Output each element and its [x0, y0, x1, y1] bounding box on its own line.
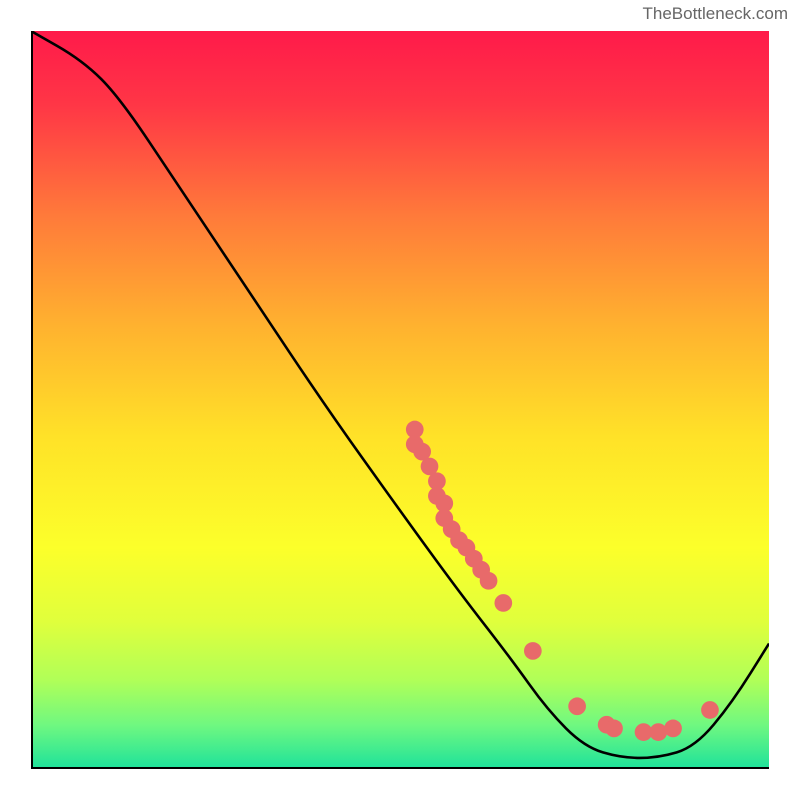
data-points	[406, 421, 719, 741]
data-point	[494, 594, 512, 612]
data-point	[568, 697, 586, 715]
data-point	[701, 701, 719, 719]
data-point	[480, 572, 498, 590]
bottleneck-curve	[31, 31, 769, 758]
chart-container: TheBottleneck.com	[0, 0, 800, 800]
data-point	[664, 720, 682, 738]
plot-area	[31, 31, 769, 769]
chart-overlay	[31, 31, 769, 769]
data-point	[524, 642, 542, 660]
data-point	[649, 723, 667, 741]
data-point	[605, 720, 623, 738]
watermark-label: TheBottleneck.com	[642, 4, 788, 24]
